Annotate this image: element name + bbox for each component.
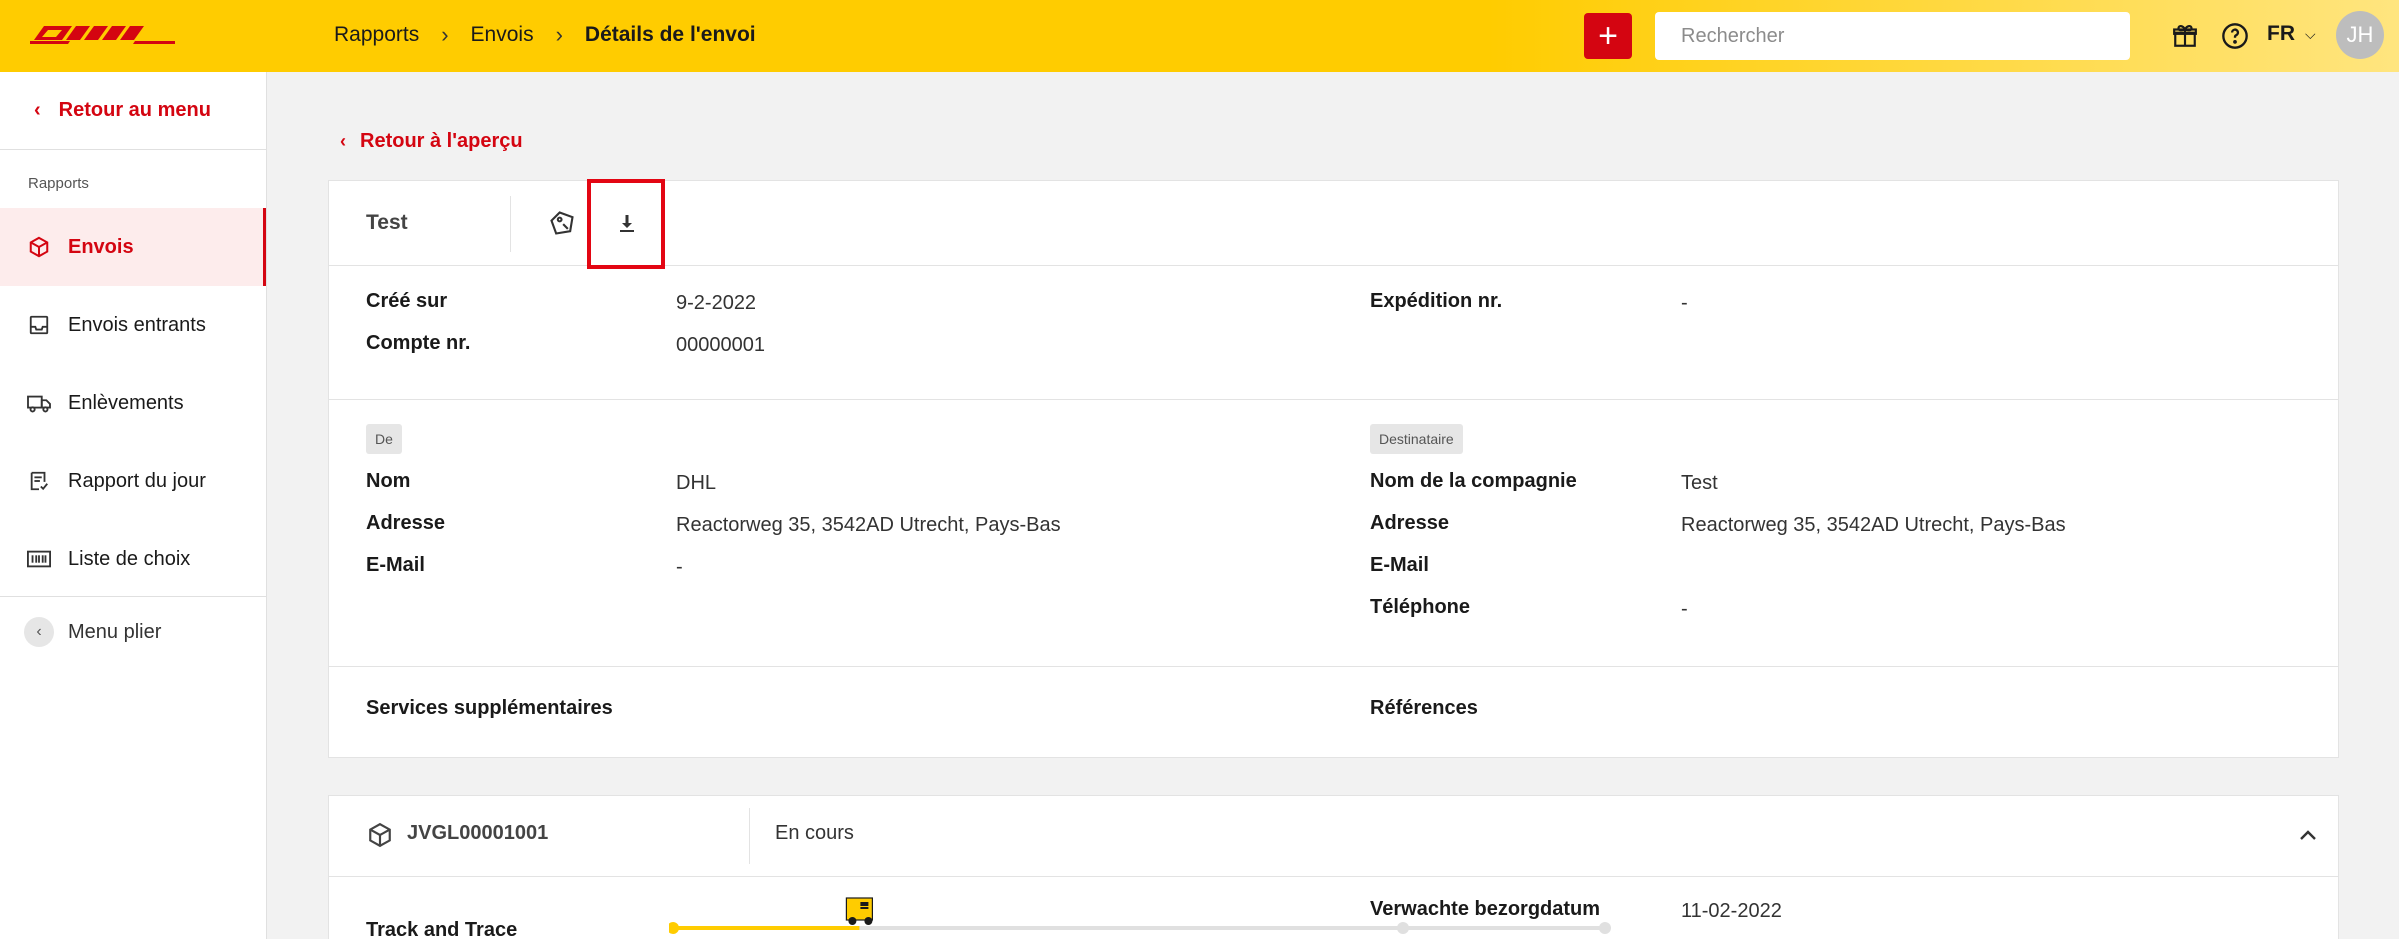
- expected-delivery-label: Verwachte bezorgdatum: [1370, 898, 1601, 920]
- expedition-label: Expédition nr.: [1370, 290, 1503, 312]
- services-label: Services supplémentaires: [366, 697, 613, 719]
- package-id: JVGL00001001: [407, 822, 549, 844]
- gift-icon[interactable]: [2169, 20, 2201, 52]
- sender-name-label: Nom: [366, 470, 411, 492]
- chevron-left-icon: ‹: [24, 617, 54, 647]
- language-selector[interactable]: FR ⌵: [2267, 22, 2316, 46]
- recipient-phone-label: Téléphone: [1370, 596, 1471, 618]
- chevron-right-icon: ›: [441, 22, 449, 47]
- collapse-menu-button[interactable]: ‹ Menu plier: [0, 600, 266, 664]
- chevron-left-icon: ‹: [34, 99, 41, 121]
- add-button[interactable]: +: [1584, 13, 1632, 59]
- track-step-dot: [1397, 922, 1409, 934]
- breadcrumb: Rapports › Envois › Détails de l'envoi: [334, 22, 756, 48]
- recipient-address-label: Adresse: [1370, 512, 1449, 534]
- package-icon: [26, 234, 52, 260]
- back-to-overview-label: Retour à l'aperçu: [360, 130, 523, 152]
- divider: [510, 196, 511, 252]
- label-icon[interactable]: [542, 203, 582, 243]
- sidebar-item-envois[interactable]: Envois: [0, 208, 266, 286]
- sidebar-item-label: Envois: [68, 235, 134, 258]
- barcode-icon: [26, 546, 52, 572]
- download-icon[interactable]: [607, 203, 647, 243]
- van-icon: [845, 897, 873, 925]
- sender-email-label: E-Mail: [366, 554, 425, 576]
- created-value: 9-2-2022: [676, 292, 757, 314]
- sidebar-item-enlevements[interactable]: Enlèvements: [0, 364, 266, 442]
- sidebar-item-label: Enlèvements: [68, 391, 184, 414]
- chevron-left-icon: ‹: [340, 131, 346, 151]
- breadcrumb-current: Détails de l'envoi: [584, 23, 756, 46]
- language-code: FR: [2267, 22, 2295, 45]
- divider: [329, 876, 2338, 877]
- search-input[interactable]: [1655, 12, 2130, 60]
- sender-email-value: -: [676, 556, 683, 578]
- back-to-overview-link[interactable]: ‹ Retour à l'aperçu: [340, 130, 523, 153]
- package-icon: [369, 822, 391, 848]
- sender-name-value: DHL: [676, 472, 717, 494]
- dhl-logo[interactable]: [30, 24, 175, 46]
- help-icon[interactable]: [2219, 20, 2251, 52]
- shipment-title: Test: [366, 211, 408, 234]
- shipment-details-card: Test Créé sur 9-2-2022 Compte nr. 000000…: [328, 179, 2339, 758]
- breadcrumb-rapports[interactable]: Rapports: [334, 23, 419, 47]
- back-to-menu-button[interactable]: ‹ Retour au menu: [0, 72, 266, 150]
- package-card: JVGL00001001 En cours Track and Trace Ve…: [328, 795, 2339, 939]
- sender-tag: De: [366, 424, 402, 454]
- sidebar-item-label: Rapport du jour: [68, 469, 206, 492]
- top-header: Rapports › Envois › Détails de l'envoi +…: [0, 0, 2399, 72]
- services-section: Services supplémentaires Références: [329, 667, 2338, 758]
- recipient-company-label: Nom de la compagnie: [1370, 470, 1577, 492]
- divider: [749, 808, 750, 864]
- package-status: En cours: [775, 822, 854, 844]
- sidebar-section-label: Rapports: [28, 175, 89, 192]
- expected-delivery-value: 11-02-2022: [1681, 900, 1782, 922]
- general-info-section: Créé sur 9-2-2022 Compte nr. 00000001 Ex…: [329, 266, 2338, 400]
- track-trace-label: Track and Trace: [366, 919, 518, 939]
- inbox-icon: [26, 312, 52, 338]
- sender-address-label: Adresse: [366, 512, 445, 534]
- chevron-down-icon: ⌵: [2305, 25, 2316, 42]
- sidebar-divider: [0, 596, 266, 597]
- account-label: Compte nr.: [366, 332, 471, 354]
- sidebar-item-label: Envois entrants: [68, 313, 206, 336]
- truck-icon: [26, 390, 52, 416]
- recipient-phone-value: -: [1681, 598, 1688, 620]
- sidebar-item-liste-de-choix[interactable]: Liste de choix: [0, 520, 266, 598]
- shipment-card-header: Test: [329, 179, 2338, 269]
- sidebar: ‹ Retour au menu Rapports Envois Envois …: [0, 72, 267, 939]
- recipient-tag: Destinataire: [1370, 424, 1463, 454]
- sidebar-item-label: Liste de choix: [68, 547, 191, 570]
- sidebar-item-rapport-du-jour[interactable]: Rapport du jour: [0, 442, 266, 520]
- sidebar-item-envois-entrants[interactable]: Envois entrants: [0, 286, 266, 364]
- recipient-email-label: E-Mail: [1370, 554, 1429, 576]
- chevron-right-icon: ›: [555, 22, 563, 47]
- account-value: 00000001: [676, 334, 765, 356]
- recipient-company-value: Test: [1681, 472, 1718, 494]
- avatar[interactable]: JH: [2336, 11, 2384, 59]
- collapse-menu-label: Menu plier: [68, 620, 162, 643]
- track-step-dot: [669, 922, 679, 934]
- breadcrumb-envois[interactable]: Envois: [471, 23, 534, 47]
- back-to-menu-label: Retour au menu: [58, 99, 211, 121]
- address-section: De Nom DHL Adresse Reactorweg 35, 3542AD…: [329, 400, 2338, 667]
- created-label: Créé sur: [366, 290, 448, 312]
- report-icon: [26, 468, 52, 494]
- track-step-dot: [1599, 922, 1611, 934]
- sender-address-value: Reactorweg 35, 3542AD Utrecht, Pays-Bas: [676, 514, 1061, 536]
- chevron-up-icon[interactable]: [2293, 820, 2323, 850]
- references-label: Références: [1370, 697, 1478, 719]
- recipient-address-value: Reactorweg 35, 3542AD Utrecht, Pays-Bas: [1681, 514, 2066, 536]
- expedition-value: -: [1681, 292, 1688, 314]
